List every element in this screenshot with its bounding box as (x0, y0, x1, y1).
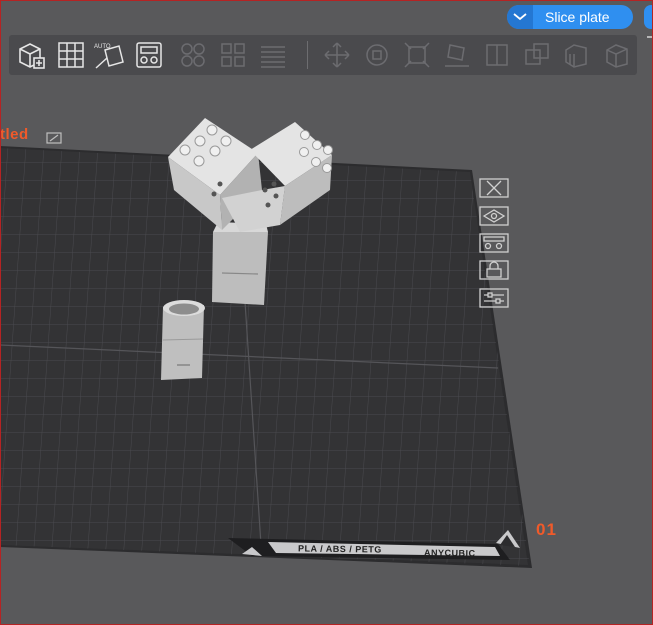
sliders-icon[interactable] (478, 287, 510, 309)
cut-icon[interactable] (481, 39, 513, 71)
split-objects-icon[interactable] (177, 39, 209, 71)
toolbar-separator (307, 41, 308, 69)
model-v-shape (168, 118, 333, 305)
arrange-grid-icon[interactable] (55, 39, 87, 71)
auto-orient-icon[interactable]: AUTO (93, 39, 125, 71)
lock-icon[interactable] (478, 259, 510, 281)
support-paint-icon[interactable] (561, 39, 593, 71)
plate-layout-icon[interactable] (133, 39, 165, 71)
edit-name-icon[interactable] (46, 131, 62, 149)
chevron-down-icon[interactable] (507, 5, 533, 29)
split-parts-icon[interactable] (217, 39, 249, 71)
scale-icon[interactable] (401, 39, 433, 71)
plate-name[interactable]: tled (0, 126, 29, 143)
slice-plate-button[interactable]: Slice plate (507, 5, 633, 29)
view-eye-icon[interactable] (478, 205, 510, 227)
more-icon[interactable] (646, 35, 653, 49)
move-icon[interactable] (321, 39, 353, 71)
slice-plate-label: Slice plate (545, 9, 610, 25)
export-button[interactable] (644, 5, 653, 29)
boolean-icon[interactable] (521, 39, 553, 71)
model-cup (161, 300, 205, 380)
lay-on-face-icon[interactable] (441, 39, 473, 71)
plate-number: 01 (536, 520, 557, 539)
add-object-icon[interactable] (15, 39, 47, 71)
seam-paint-icon[interactable] (601, 39, 633, 71)
plate-settings-icon[interactable] (478, 232, 510, 254)
layers-icon[interactable] (257, 39, 289, 71)
close-view-icon[interactable] (478, 177, 510, 199)
main-toolbar: AUTO (9, 35, 637, 75)
rotate-icon[interactable] (361, 39, 393, 71)
